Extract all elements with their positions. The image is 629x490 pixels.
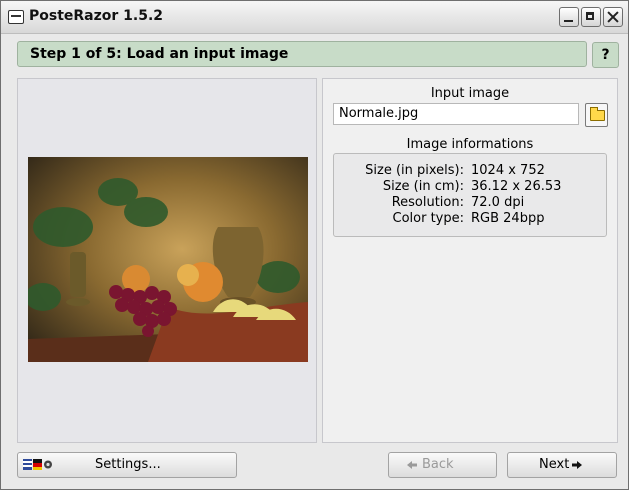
app-icon: [8, 10, 24, 24]
open-image-button[interactable]: [585, 103, 608, 127]
flags-icon: [23, 459, 52, 470]
info-value: 1024 x 752: [471, 163, 545, 178]
close-button[interactable]: [603, 7, 623, 27]
info-row: Size (in pixels): 1024 x 752: [334, 163, 606, 179]
input-image-panel: Input image Normale.jpg Image informatio…: [322, 78, 618, 443]
preview-image: [28, 157, 308, 362]
image-info-box: Size (in pixels): 1024 x 752 Size (in cm…: [333, 153, 607, 237]
settings-label: Settings...: [95, 457, 161, 472]
step-banner: Step 1 of 5: Load an input image: [17, 41, 587, 67]
next-button[interactable]: Next: [507, 452, 617, 478]
info-key: Resolution:: [391, 195, 464, 210]
info-value: RGB 24bpp: [471, 211, 545, 226]
info-value: 36.12 x 26.53: [471, 179, 562, 194]
minimize-button[interactable]: [559, 7, 579, 27]
back-label: Back: [422, 457, 454, 472]
maximize-button[interactable]: [581, 7, 601, 27]
info-row: Resolution: 72.0 dpi: [334, 195, 606, 211]
info-value: 72.0 dpi: [471, 195, 525, 210]
next-label: Next: [539, 457, 570, 472]
image-info-label: Image informations: [406, 137, 534, 152]
arrow-left-icon: [407, 461, 417, 469]
folder-icon: [590, 107, 605, 121]
info-row: Size (in cm): 36.12 x 26.53: [334, 179, 606, 195]
app-window: PosteRazor 1.5.2 Step 1 of 5: Load an in…: [0, 0, 629, 490]
still-life-image: [28, 157, 308, 362]
title-bar[interactable]: PosteRazor 1.5.2: [1, 1, 628, 34]
arrow-right-icon: [572, 461, 582, 469]
info-key: Size (in pixels):: [365, 163, 464, 178]
filename-field[interactable]: Normale.jpg: [333, 103, 579, 125]
image-preview-panel: [17, 78, 317, 443]
step-title: Step 1 of 5: Load an input image: [30, 46, 289, 62]
info-key: Color type:: [392, 211, 465, 226]
window-title: PosteRazor 1.5.2: [29, 8, 164, 24]
info-row: Color type: RGB 24bpp: [334, 211, 606, 227]
back-button[interactable]: Back: [388, 452, 497, 478]
settings-button[interactable]: Settings...: [17, 452, 237, 478]
help-button[interactable]: ?: [592, 42, 619, 68]
info-key: Size (in cm):: [382, 179, 464, 194]
input-image-label: Input image: [430, 86, 510, 101]
